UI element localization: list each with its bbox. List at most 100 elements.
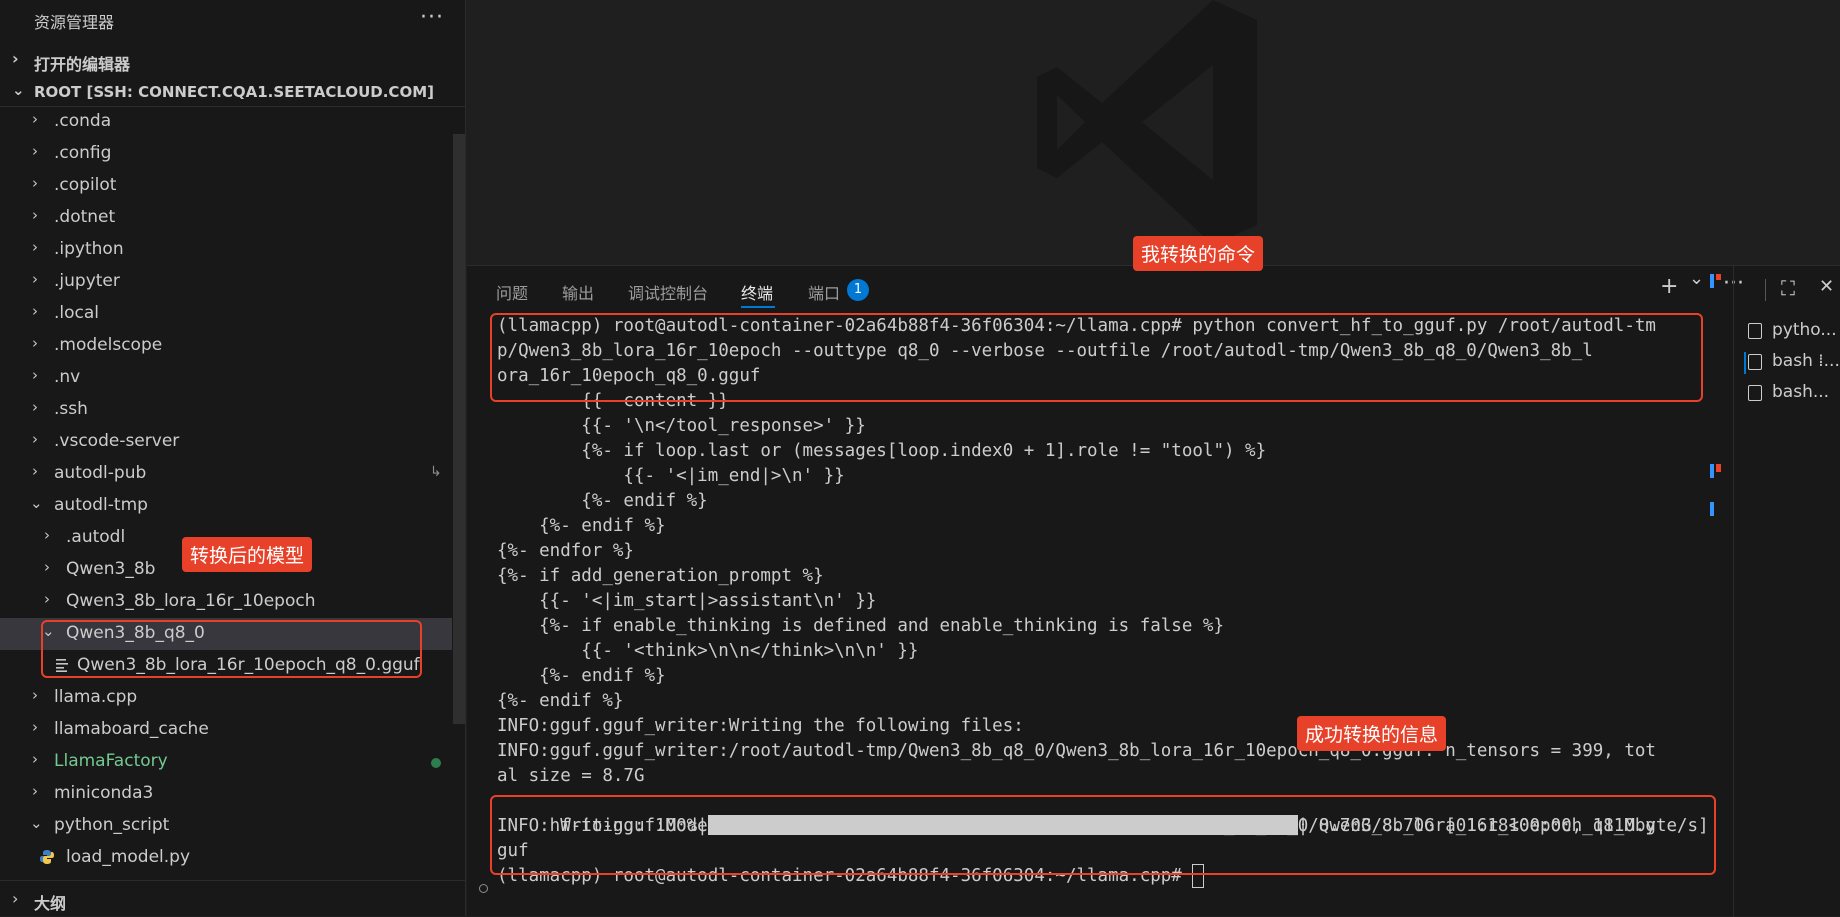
editor-area <box>467 0 1840 265</box>
tree-item-dotnet[interactable]: › .dotnet <box>0 202 452 234</box>
tree-item-label: python_script <box>54 815 170 835</box>
tree-item-modelscope[interactable]: › .modelscope <box>0 330 452 362</box>
open-editors-section[interactable]: › 打开的编辑器 <box>0 46 466 76</box>
terminal-line: {{- '<think>\n\n</think>\n\n' }} <box>497 641 919 661</box>
ruler-mark <box>1716 464 1721 472</box>
terminal-line: {{- '\n</tool_response>' }} <box>497 416 866 436</box>
chevron-right-icon: › <box>32 206 38 224</box>
chevron-right-icon: › <box>44 526 50 544</box>
open-editors-label: 打开的编辑器 <box>34 55 131 74</box>
tree-item-python-script[interactable]: ⌄ python_script <box>0 810 452 842</box>
terminal-line: {{- '<|im_start|>assistant\n' }} <box>497 591 877 611</box>
tree-item-copilot[interactable]: › .copilot <box>0 170 452 202</box>
tree-item-load-model[interactable]: load_model.py <box>0 842 452 874</box>
tree-item-ssh[interactable]: › .ssh <box>0 394 452 426</box>
new-terminal-plus-icon[interactable]: + <box>1660 274 1678 299</box>
tree-item-vscode-server[interactable]: › .vscode-server <box>0 426 452 458</box>
chevron-right-icon: › <box>32 174 38 192</box>
tree-item-autodl-tmp[interactable]: ⌄ autodl-tmp <box>0 490 452 522</box>
tree-item-llama-cpp[interactable]: › llama.cpp <box>0 682 452 714</box>
root-folder-section[interactable]: ⌄ ROOT [SSH: CONNECT.CQA1.SEETACLOUD.COM… <box>0 78 466 107</box>
terminal-session-bash-1[interactable]: bash ⁞... <box>1748 351 1840 373</box>
chevron-right-icon: › <box>12 49 19 68</box>
tree-item-label: LlamaFactory <box>54 751 168 771</box>
chevron-right-icon: › <box>32 686 38 704</box>
chevron-right-icon: › <box>32 302 38 320</box>
tab-ports[interactable]: 端口 <box>808 280 840 304</box>
ruler-mark <box>1716 274 1721 280</box>
maximize-panel-icon[interactable]: ⛶ <box>1781 276 1795 300</box>
chevron-right-icon: › <box>32 718 38 736</box>
tab-output[interactable]: 输出 <box>562 280 594 304</box>
command-decoration-icon <box>479 884 488 893</box>
symlink-icon: ↳ <box>430 464 442 480</box>
close-panel-icon[interactable]: ✕ <box>1819 276 1834 297</box>
tree-item-llamafactory[interactable]: › LlamaFactory <box>0 746 452 778</box>
outline-section[interactable]: › 大纲 <box>0 880 466 917</box>
tree-item-jupyter[interactable]: › .jupyter <box>0 266 452 298</box>
tree-item-label: miniconda3 <box>54 783 154 803</box>
chevron-right-icon: › <box>32 750 38 768</box>
terminal-cube-icon <box>1748 323 1762 339</box>
terminal-list-divider <box>1733 266 1734 917</box>
terminal-line: {%- endif %} <box>497 691 624 711</box>
tree-item-autodl-pub[interactable]: › autodl-pub ↳ <box>0 458 452 490</box>
chevron-right-icon: › <box>44 590 50 608</box>
ruler-mark <box>1710 274 1714 288</box>
terminal-line: {%- endfor %} <box>497 541 634 561</box>
toolbar-divider <box>1765 279 1766 301</box>
active-tab-indicator <box>741 306 775 308</box>
tree-item-label: .conda <box>54 111 112 131</box>
ruler-mark <box>1710 502 1714 516</box>
terminal-dropdown-chevron-icon[interactable]: ⌄ <box>1689 268 1704 289</box>
chevron-right-icon: › <box>32 782 38 800</box>
terminal-session-bash-2[interactable]: bash... <box>1748 382 1838 404</box>
tree-item-label: llamaboard_cache <box>54 719 209 739</box>
tree-item-label: .jupyter <box>54 271 120 291</box>
chevron-right-icon: › <box>32 238 38 256</box>
tree-item-config[interactable]: › .config <box>0 138 452 170</box>
chevron-down-icon: ⌄ <box>30 814 43 832</box>
tree-item-label: .vscode-server <box>54 431 180 451</box>
terminal-line: {%- endif %} <box>497 666 666 686</box>
terminal-cube-icon <box>1748 385 1762 401</box>
tab-terminal[interactable]: 终端 <box>741 280 773 304</box>
annotation-callout-success: 成功转换的信息 <box>1297 716 1447 751</box>
tree-item-qwen3-8b-lora[interactable]: › Qwen3_8b_lora_16r_10epoch <box>0 586 452 618</box>
root-folder-label: ROOT [SSH: CONNECT.CQA1.SEETACLOUD.COM] <box>34 83 434 101</box>
tree-item-ipython[interactable]: › .ipython <box>0 234 452 266</box>
active-session-indicator <box>1744 352 1746 374</box>
tree-item-label: .ipython <box>54 239 124 259</box>
tree-item-conda[interactable]: › .conda <box>0 106 452 138</box>
session-label: bash ⁞... <box>1772 351 1840 371</box>
annotation-callout-command: 我转换的命令 <box>1133 236 1264 271</box>
tree-item-label: .nv <box>54 367 81 387</box>
terminal-session-python[interactable]: pytho... <box>1748 320 1838 342</box>
tab-debug-console[interactable]: 调试控制台 <box>628 280 708 304</box>
sidebar-scrollbar[interactable] <box>453 134 465 724</box>
annotation-callout-model: 转换后的模型 <box>182 537 313 572</box>
python-file-icon <box>40 850 54 864</box>
tree-item-label: autodl-pub <box>54 463 147 483</box>
chevron-right-icon: › <box>32 270 38 288</box>
session-label: pytho... <box>1772 320 1837 340</box>
terminal-line: {%- endif %} <box>497 516 666 536</box>
chevron-right-icon: › <box>32 142 38 160</box>
annotation-box-model <box>41 620 422 678</box>
annotation-box-command <box>490 313 1703 402</box>
tree-item-nv[interactable]: › .nv <box>0 362 452 394</box>
tree-item-label: load_model.py <box>66 847 191 867</box>
tree-item-label: Qwen3_8b_lora_16r_10epoch <box>66 591 316 611</box>
more-actions-button[interactable]: ··· <box>420 5 444 30</box>
tree-item-llamaboard-cache[interactable]: › llamaboard_cache <box>0 714 452 746</box>
terminal-line: {%- if add_generation_prompt %} <box>497 566 824 586</box>
terminal-line: {%- endif %} <box>497 491 708 511</box>
tree-item-local[interactable]: › .local <box>0 298 452 330</box>
tree-item-label: .config <box>54 143 112 163</box>
explorer-sidebar: 资源管理器 ··· › 打开的编辑器 ⌄ ROOT [SSH: CONNECT.… <box>0 0 466 916</box>
chevron-right-icon: › <box>44 558 50 576</box>
file-tree: › .conda › .config › .copilot › .dotnet › .ip… <box>0 106 452 881</box>
tab-problems[interactable]: 问题 <box>496 280 528 304</box>
tree-item-miniconda3[interactable]: › miniconda3 <box>0 778 452 810</box>
tree-item-label: .dotnet <box>54 207 116 227</box>
